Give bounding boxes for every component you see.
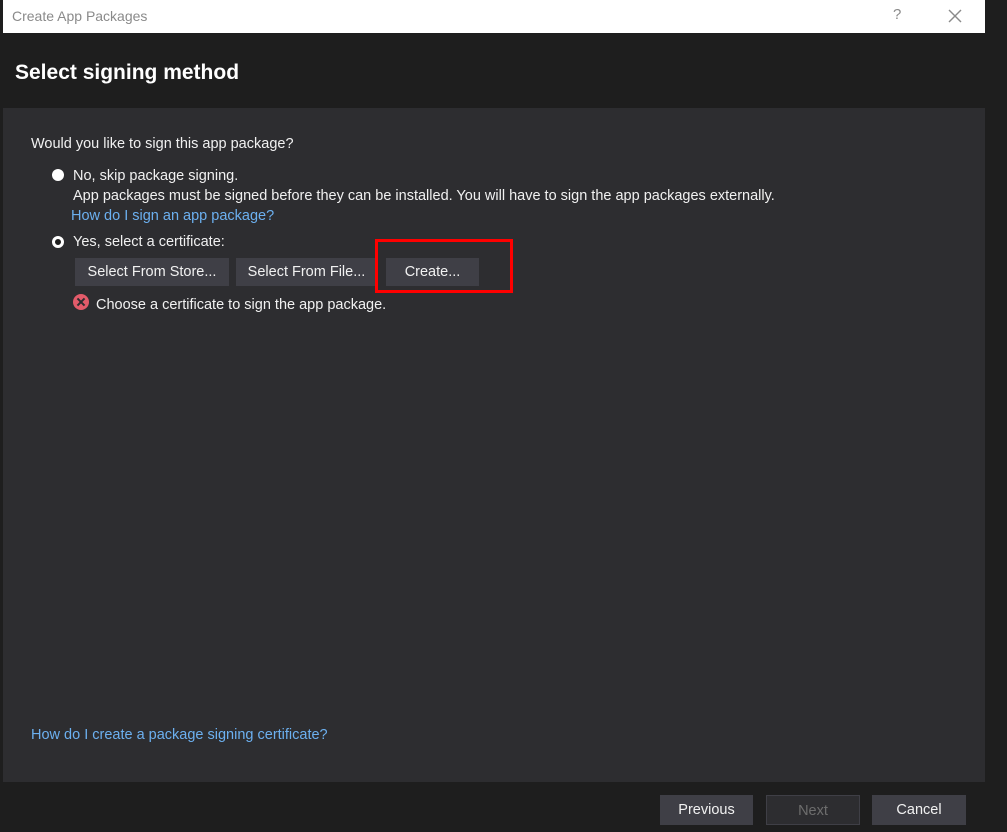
title-bar: Create App Packages ?	[3, 0, 985, 33]
sign-question: Would you like to sign this app package?	[31, 136, 294, 152]
error-message: Choose a certificate to sign the app pac…	[96, 297, 387, 313]
close-icon	[948, 9, 962, 23]
radio-select-certificate[interactable]	[52, 236, 64, 248]
close-button[interactable]	[943, 5, 967, 27]
radio-skip-signing[interactable]	[52, 169, 64, 181]
footer-bar: Previous Next Cancel	[3, 782, 985, 832]
option-skip-signing-description: App packages must be signed before they …	[73, 188, 775, 204]
previous-button[interactable]: Previous	[660, 795, 753, 825]
page-title: Select signing method	[15, 61, 240, 84]
content-area: Would you like to sign this app package?…	[3, 108, 985, 782]
window-title: Create App Packages	[12, 8, 148, 24]
error-icon	[73, 294, 89, 310]
sign-app-package-link[interactable]: How do I sign an app package?	[71, 208, 274, 224]
option-skip-signing-label[interactable]: No, skip package signing.	[73, 168, 238, 184]
cancel-button[interactable]: Cancel	[872, 795, 966, 825]
select-from-store-button[interactable]: Select From Store...	[75, 258, 229, 286]
create-signing-certificate-link[interactable]: How do I create a package signing certif…	[31, 727, 328, 743]
next-button[interactable]: Next	[766, 795, 860, 825]
option-select-certificate-label[interactable]: Yes, select a certificate:	[73, 234, 225, 250]
create-certificate-button[interactable]: Create...	[386, 258, 479, 286]
select-from-file-button[interactable]: Select From File...	[236, 258, 377, 286]
dialog-window: Create App Packages ? Select signing met…	[3, 0, 985, 832]
help-button[interactable]: ?	[893, 6, 901, 23]
right-edge	[985, 0, 1007, 832]
page-header: Select signing method	[3, 33, 985, 108]
